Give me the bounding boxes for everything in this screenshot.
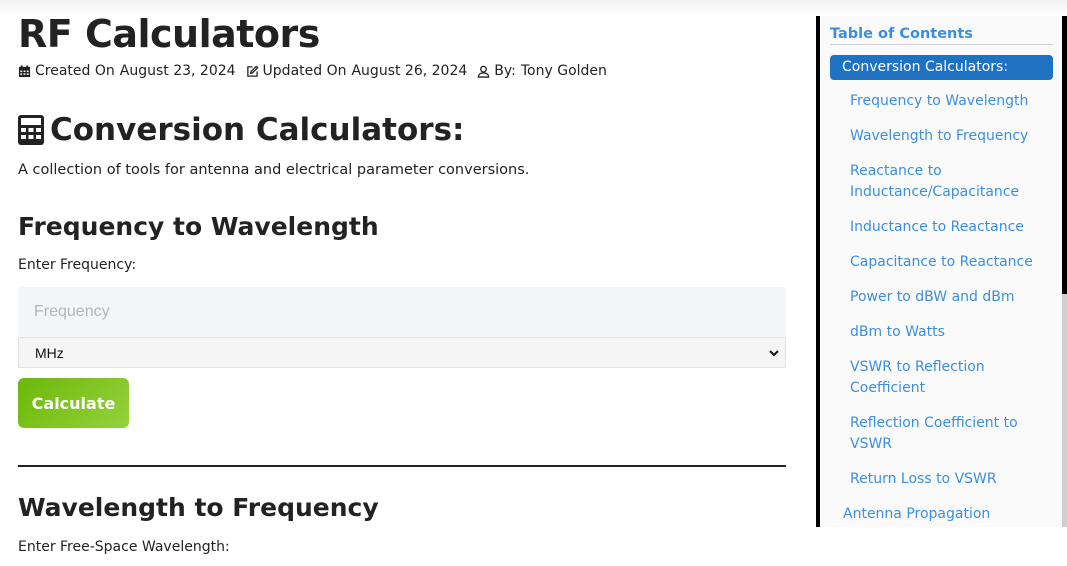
toc-item[interactable]: Wavelength to Frequency <box>850 126 1050 147</box>
table-of-contents: Table of Contents Conversion Calculators… <box>816 16 1062 527</box>
toc-item[interactable]: Inductance to Reactance <box>850 217 1050 238</box>
frequency-input[interactable] <box>18 287 786 337</box>
section-title-text: Conversion Calculators: <box>50 112 465 148</box>
unit-select-value: MHz <box>35 344 64 361</box>
toc-item-next-section[interactable]: Antenna Propagation <box>843 504 1043 525</box>
calculator-icon <box>18 115 44 145</box>
toc-item-active[interactable]: Conversion Calculators: <box>830 55 1053 80</box>
calc-title-freq-to-wavelength: Frequency to Wavelength <box>18 212 379 241</box>
created-label: Created On <box>35 63 115 79</box>
updated-label: Updated On <box>262 63 347 79</box>
calculate-button[interactable]: Calculate <box>18 378 129 428</box>
calendar-icon <box>18 64 31 77</box>
page-title: RF Calculators <box>18 12 320 56</box>
calc-title-wavelength-to-freq: Wavelength to Frequency <box>18 493 379 522</box>
chevron-down-icon <box>769 349 779 356</box>
toc-item[interactable]: VSWR to Reflection Coefficient <box>850 357 1000 399</box>
created-date: August 23, 2024 <box>119 63 236 79</box>
edit-icon <box>246 64 259 77</box>
author-label: By: <box>494 63 516 79</box>
post-meta: Created On August 23, 2024 Updated On Au… <box>18 63 617 79</box>
created-meta: Created On August 23, 2024 <box>18 63 236 79</box>
section-divider <box>18 465 786 467</box>
author-meta: By: Tony Golden <box>477 63 607 79</box>
updated-meta: Updated On August 26, 2024 <box>246 63 468 79</box>
frequency-label: Enter Frequency: <box>18 257 137 273</box>
toc-divider <box>830 44 1053 45</box>
updated-date: August 26, 2024 <box>351 63 468 79</box>
toc-item[interactable]: Return Loss to VSWR <box>850 469 1050 490</box>
toc-item[interactable]: Reactance to Inductance/Capacitance <box>850 161 1050 203</box>
toc-item[interactable]: dBm to Watts <box>850 322 1050 343</box>
toc-title: Table of Contents <box>830 26 973 42</box>
toc-item[interactable]: Reflection Coefficient to VSWR <box>850 413 1035 455</box>
unit-select[interactable]: MHz <box>18 337 786 368</box>
toc-item[interactable]: Frequency to Wavelength <box>850 91 1050 112</box>
user-icon <box>478 65 490 78</box>
wavelength-label: Enter Free-Space Wavelength: <box>18 539 230 555</box>
toc-scrollbar-thumb[interactable] <box>1062 16 1067 294</box>
section-title: Conversion Calculators: <box>18 112 464 148</box>
author-name[interactable]: Tony Golden <box>521 63 607 79</box>
section-intro: A collection of tools for antenna and el… <box>18 162 530 178</box>
toc-item[interactable]: Capacitance to Reactance <box>850 252 1050 273</box>
toc-item[interactable]: Power to dBW and dBm <box>850 287 1050 308</box>
